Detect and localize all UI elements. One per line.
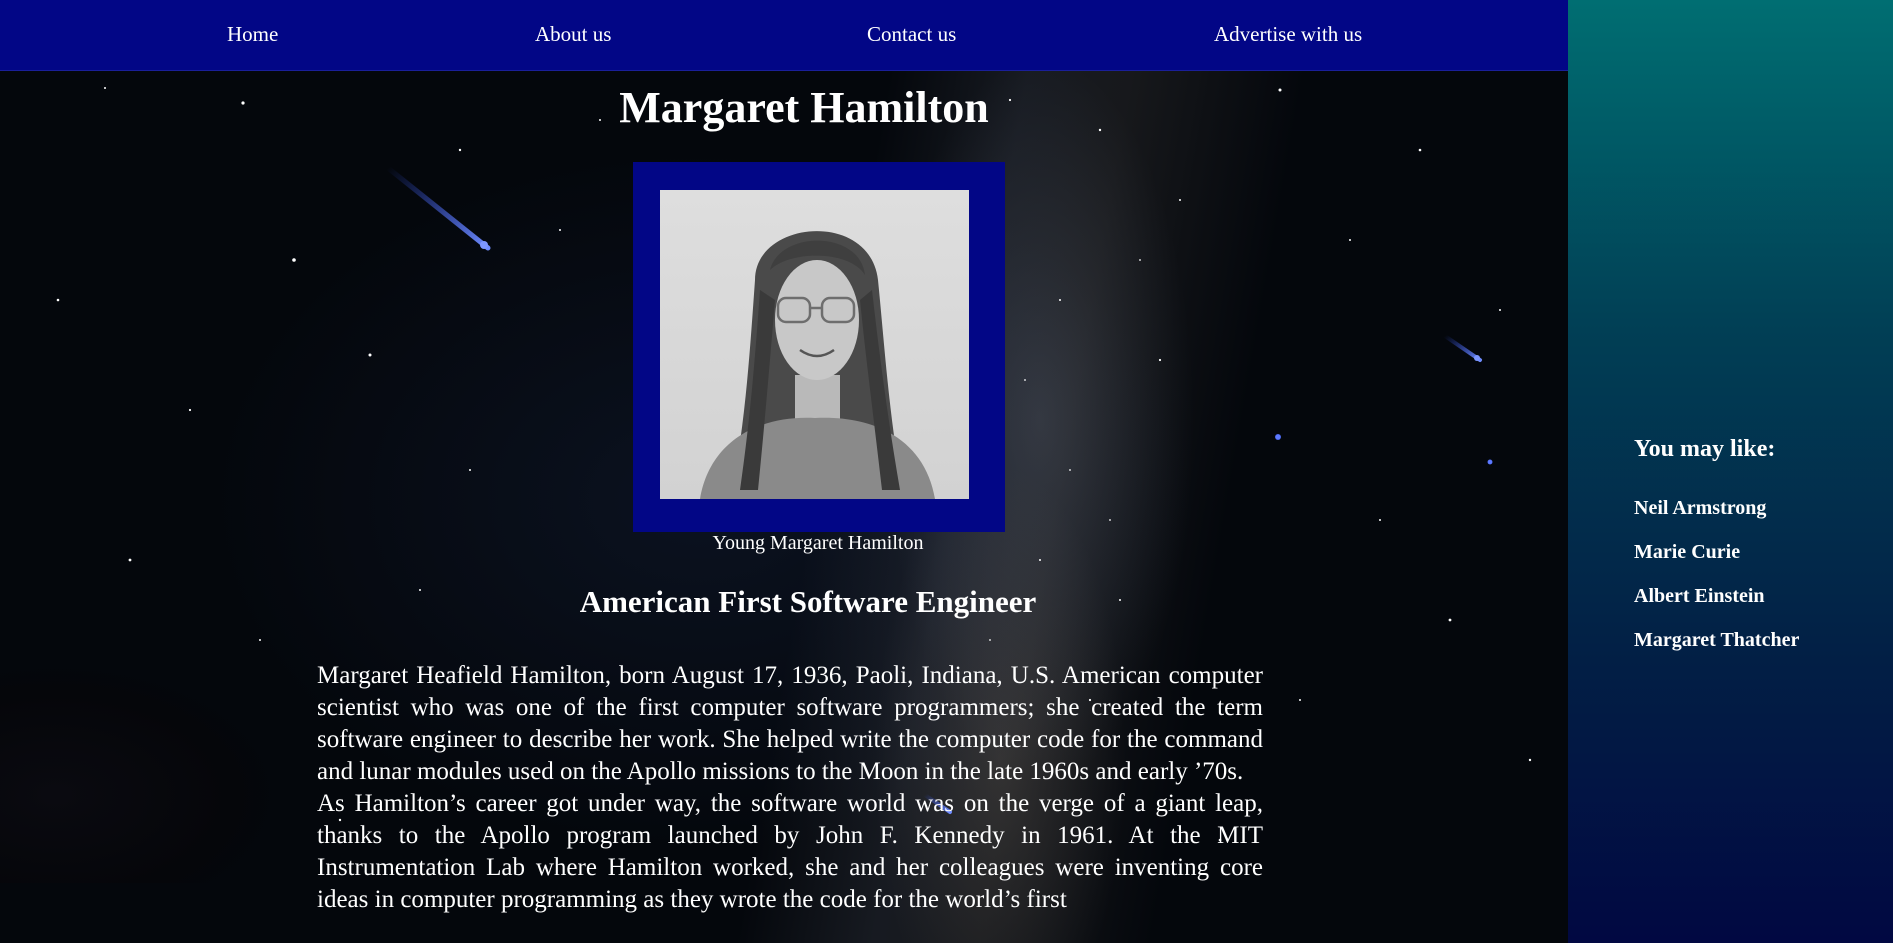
portrait-illustration [700, 231, 935, 499]
article-paragraph: Margaret Heafield Hamilton, born August … [317, 662, 1263, 785]
photo-caption: Young Margaret Hamilton [712, 532, 924, 554]
recommendation-list: Neil Armstrong Marie Curie Albert Einste… [1634, 497, 1799, 673]
nav-link-contact-us[interactable]: Contact us [867, 22, 956, 47]
sidebar-item-margaret-thatcher[interactable]: Margaret Thatcher [1634, 629, 1799, 673]
page-title: Margaret Hamilton [619, 83, 989, 132]
page: Home About us Contact us Advertise with … [0, 0, 1893, 943]
article-subtitle: American First Software Engineer [579, 584, 1037, 619]
top-navigation: Home About us Contact us Advertise with … [0, 0, 1568, 71]
article-paragraph: As Hamilton’s career got under way, the … [317, 790, 1263, 913]
sidebar-item-neil-armstrong[interactable]: Neil Armstrong [1634, 497, 1799, 541]
nav-link-about-us[interactable]: About us [535, 22, 611, 47]
article-body: Margaret Heafield Hamilton, born August … [317, 660, 1263, 916]
tree-silhouette [0, 663, 280, 883]
recommendation-sidebar: You may like: Neil Armstrong Marie Curie… [1568, 0, 1893, 943]
sidebar-heading: You may like: [1634, 436, 1776, 462]
portrait-photo [660, 190, 969, 499]
nav-link-advertise-with-us[interactable]: Advertise with us [1214, 22, 1362, 47]
photo-frame [633, 162, 1005, 532]
sidebar-item-albert-einstein[interactable]: Albert Einstein [1634, 585, 1799, 629]
nav-link-home[interactable]: Home [227, 22, 278, 47]
sidebar-item-marie-curie[interactable]: Marie Curie [1634, 541, 1799, 585]
